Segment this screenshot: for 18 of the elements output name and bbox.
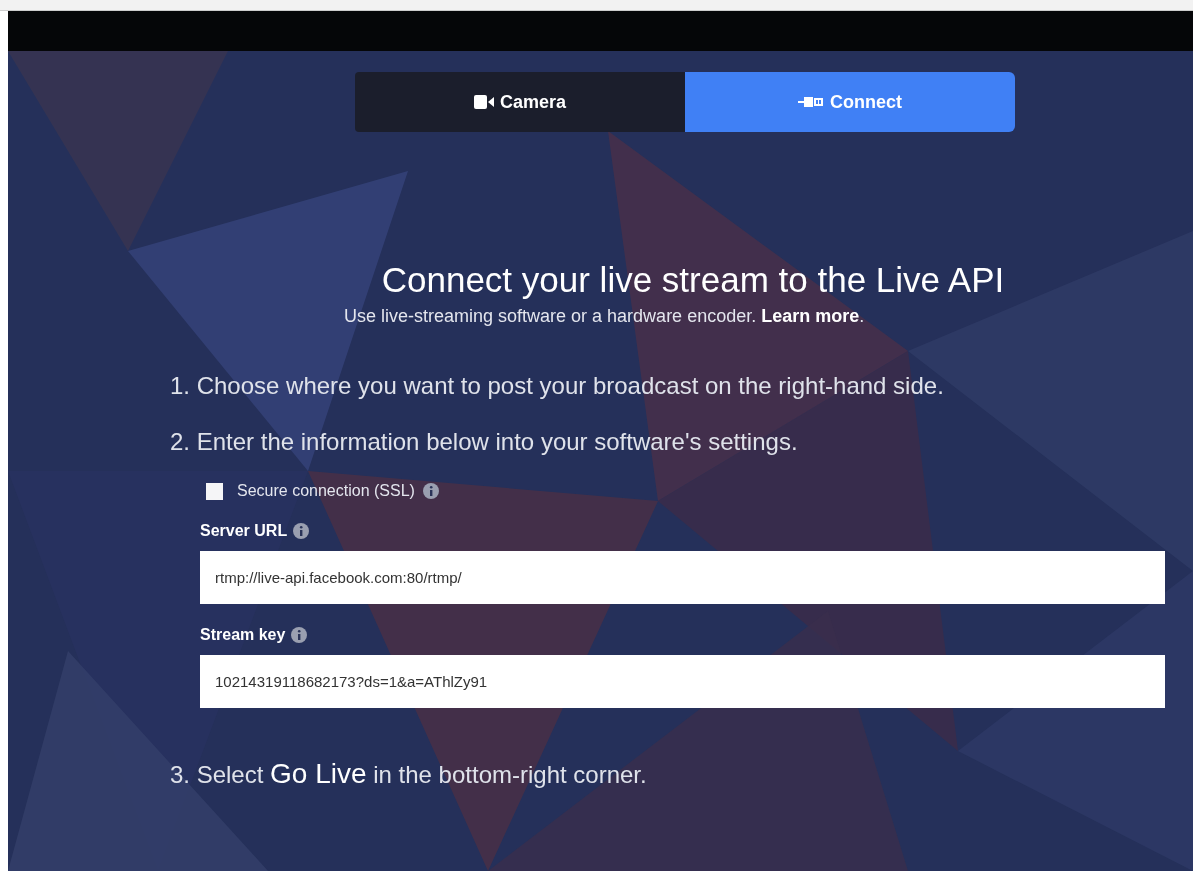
info-icon: [291, 627, 308, 643]
video-camera-icon: [473, 95, 494, 109]
tab[interactable]: Camera: [355, 72, 685, 132]
tab[interactable]: Connect: [685, 72, 1015, 132]
input-field[interactable]: rtmp://live-api.facebook.com:80/rtmp/: [200, 551, 1165, 604]
step-text: 2. Enter the information below into your software's settings.: [170, 428, 799, 456]
plug-icon: [798, 96, 824, 108]
subtitle: Use live-streaming software or a hardware encoder. Learn more.: [344, 306, 866, 327]
input-field[interactable]: 10214319118682173?ds=1&a=AThlZy91: [200, 655, 1165, 708]
step-text: 1. Choose where you want to post your broadcast on the right-hand side.: [170, 372, 945, 400]
field-label: Stream key: [200, 626, 286, 644]
info-icon: [422, 483, 439, 499]
heading: Connect your live stream to the Live API: [380, 260, 1006, 300]
checkbox-label: Secure connection (SSL): [237, 482, 415, 500]
field-label: Server URL: [200, 522, 288, 540]
step-text: 3. Select Go Live in the bottom-right corner.: [170, 758, 648, 790]
info-icon: [293, 523, 310, 539]
learn-more-link[interactable]: Learn more: [761, 306, 860, 326]
